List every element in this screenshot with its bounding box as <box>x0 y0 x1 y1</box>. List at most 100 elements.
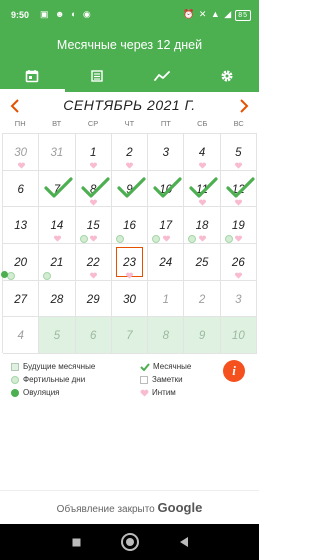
tab-settings[interactable] <box>194 60 259 92</box>
fertile-marker <box>79 235 88 244</box>
day-number: 27 <box>14 293 28 306</box>
calendar-day[interactable]: 10 <box>148 170 185 208</box>
heart-icon <box>17 162 25 169</box>
calendar-day[interactable]: 22 <box>75 243 112 281</box>
weekday-label: ПН <box>14 119 26 128</box>
recents-button[interactable] <box>58 524 94 560</box>
legend-notes-label: Заметки <box>152 375 183 384</box>
calendar-day[interactable]: 30 <box>3 134 40 171</box>
calendar-day[interactable]: 25 <box>184 243 221 281</box>
legend-intimacy-label: Интим <box>152 388 176 397</box>
calendar-day[interactable]: 12 <box>220 170 257 208</box>
day-number: 4 <box>17 330 24 343</box>
day-number: 1 <box>90 147 97 159</box>
tab-chart[interactable] <box>130 60 195 92</box>
calendar-day[interactable]: 2 <box>111 134 149 171</box>
calendar-day[interactable]: 14 <box>39 207 76 244</box>
weekday-label: ВТ <box>52 119 62 128</box>
calendar-day[interactable]: 5 <box>220 134 257 171</box>
status-bar: 9:50 ▣ ☻ ◐ ◉ ⏰ ✕ ▲ ◢ 85 <box>0 0 259 30</box>
legend-fertile-days: Фертильные дни <box>11 374 85 385</box>
weekday-label: СР <box>87 119 99 128</box>
calendar-day[interactable]: 18 <box>184 207 221 244</box>
tab-list[interactable] <box>65 60 130 92</box>
calendar-day[interactable]: 30 <box>111 280 149 318</box>
day-number: 25 <box>195 256 209 269</box>
calendar-day[interactable]: 9 <box>184 317 221 354</box>
calendar-day[interactable]: 4 <box>184 134 221 171</box>
calendar-day[interactable]: 1 <box>75 134 112 171</box>
calendar-day[interactable]: 6 <box>75 317 112 354</box>
calendar-day[interactable]: 16 <box>111 207 149 244</box>
day-number: 20 <box>14 256 28 269</box>
calendar-day[interactable]: 4 <box>3 317 40 354</box>
ovulation-marker <box>1 270 8 278</box>
calendar-day[interactable]: 17 <box>148 207 185 244</box>
calendar-day[interactable]: 27 <box>3 280 40 318</box>
day-number: 15 <box>86 220 100 233</box>
chevron-left-icon <box>10 99 19 113</box>
calendar-day[interactable]: 9 <box>111 170 149 208</box>
day-number: 31 <box>50 147 64 159</box>
legend-intimacy: Интим <box>140 387 176 398</box>
calendar-day[interactable]: 8 <box>148 317 185 354</box>
system-nav-bar <box>0 524 259 560</box>
fertile-swatch <box>11 375 19 384</box>
calendar-day[interactable]: 31 <box>39 134 76 171</box>
legend-fertile-label: Фертильные дни <box>23 375 86 384</box>
heart-icon <box>235 272 243 279</box>
recents-icon <box>72 538 80 546</box>
legend-periods-label: Месячные <box>153 362 192 371</box>
calendar-day[interactable]: 20 <box>1 243 40 281</box>
day-number: 22 <box>86 256 100 269</box>
legend-ovulation-label: Овуляция <box>23 388 60 397</box>
calendar-day[interactable]: 21 <box>39 243 76 281</box>
calendar-day[interactable]: 8 <box>75 170 112 208</box>
calendar-day[interactable]: 10 <box>220 317 257 354</box>
calendar-day[interactable]: 13 <box>3 207 40 244</box>
heart-icon <box>126 272 134 279</box>
calendar-day[interactable]: 6 <box>3 170 40 208</box>
calendar-day[interactable]: 5 <box>39 317 76 354</box>
calendar-day[interactable]: 24 <box>148 243 185 281</box>
calendar-day[interactable]: 7 <box>39 170 76 208</box>
calendar-day-today[interactable]: 23 <box>111 243 149 281</box>
fertile-marker <box>152 235 161 244</box>
heart-icon <box>199 235 206 242</box>
calendar-day[interactable]: 26 <box>220 243 257 281</box>
heart-icon <box>90 162 98 169</box>
back-button[interactable] <box>166 524 202 560</box>
calendar-grid: 30 31 1 2 3 4 5 6 7 8 9 10 11 12 13 14 15 16 17 18 19 20 21 22 2… <box>1 133 257 354</box>
heart-icon <box>199 162 206 169</box>
day-number: 2 <box>126 147 133 159</box>
heart-icon <box>90 272 98 279</box>
calendar-day[interactable]: 11 <box>184 170 221 208</box>
calendar-day[interactable]: 1 <box>148 280 185 318</box>
ad-text: Объявление закрыто <box>56 504 155 515</box>
ad-banner[interactable]: Объявление закрыто Google <box>0 490 259 524</box>
legend: Будущие месячные Месячные Фертильные дни… <box>0 356 259 398</box>
home-button[interactable] <box>111 524 149 560</box>
day-number: 3 <box>235 293 242 306</box>
previous-month-button[interactable] <box>4 95 26 117</box>
calendar-week-row: 27 28 29 30 1 2 3 <box>3 280 257 318</box>
legend-future-periods: Будущие месячные <box>11 361 95 372</box>
day-number: 30 <box>14 147 28 159</box>
calendar-day[interactable]: 3 <box>148 134 185 171</box>
calendar-week-row: 13 14 15 16 17 18 19 <box>3 207 257 244</box>
calendar-day[interactable]: 3 <box>220 280 257 318</box>
calendar-day[interactable]: 29 <box>75 280 112 318</box>
calendar-day[interactable]: 2 <box>184 280 221 318</box>
calendar-day[interactable]: 7 <box>111 317 149 354</box>
calendar-day[interactable]: 19 <box>220 207 257 244</box>
legend-periods: Месячные <box>140 361 191 372</box>
back-icon <box>180 537 188 547</box>
calendar-day[interactable]: 15 <box>75 207 112 244</box>
next-month-button[interactable] <box>233 95 255 117</box>
calendar-day[interactable]: 28 <box>39 280 76 318</box>
check-icon <box>153 177 182 198</box>
system-icons: ⏰ ✕ ▲ ◢ 85 <box>183 9 251 21</box>
tab-calendar[interactable] <box>0 60 65 92</box>
heart-icon <box>162 235 170 242</box>
info-button[interactable]: i <box>223 360 245 382</box>
